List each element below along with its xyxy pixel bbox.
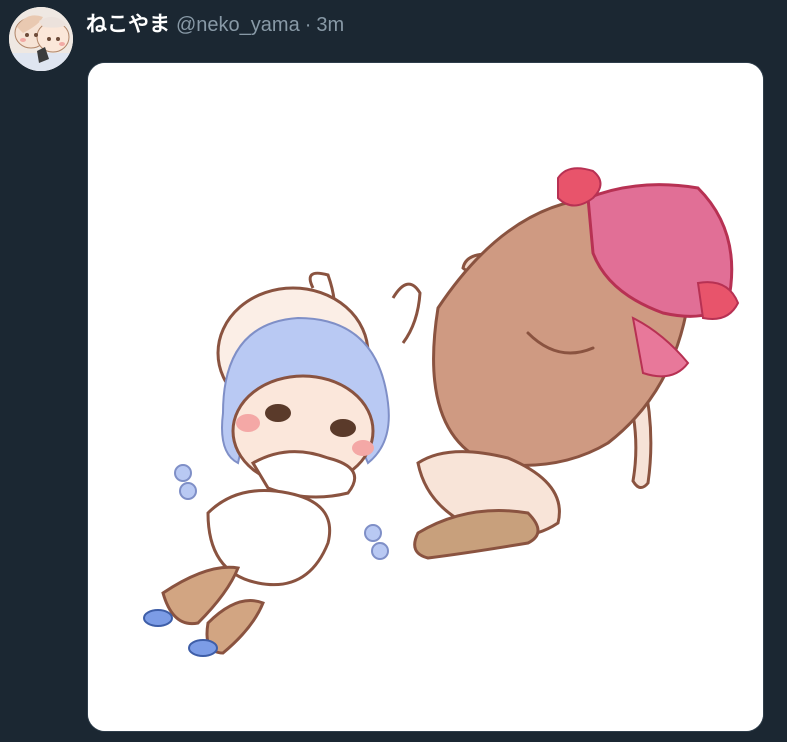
tweet-media-image[interactable] [87,62,764,732]
user-handle[interactable]: @neko_yama [176,14,300,37]
tweet[interactable]: ねこやま @neko_yama · 3m [0,0,787,742]
separator-dot: · [304,14,312,36]
display-name[interactable]: ねこやま [86,8,170,38]
tweet-header: ねこやま @neko_yama · 3m [86,8,344,38]
avatar[interactable] [9,7,73,71]
timestamp[interactable]: 3m [316,14,344,37]
